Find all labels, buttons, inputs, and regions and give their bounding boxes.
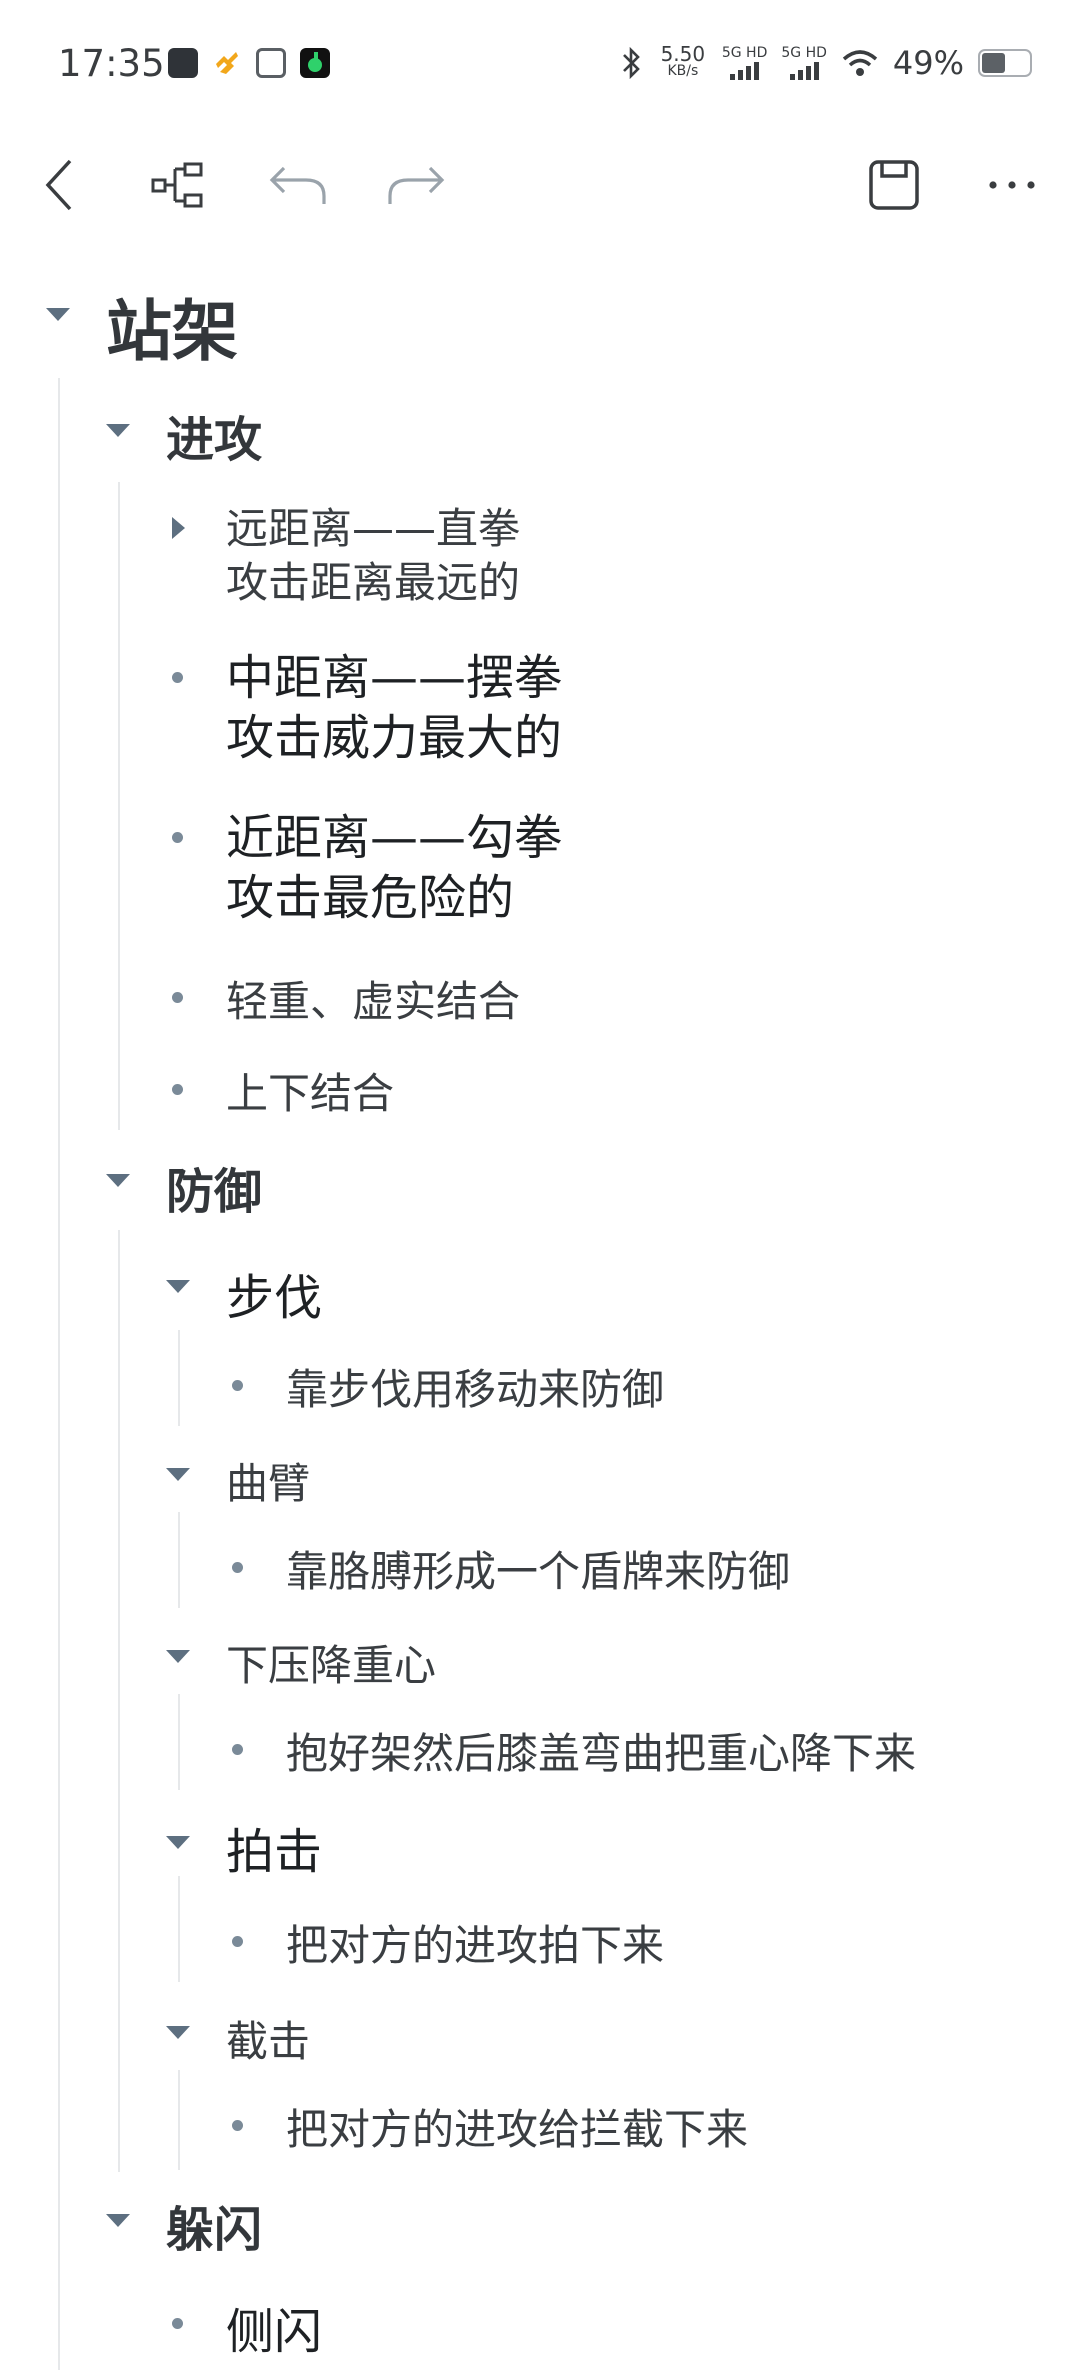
collapse-toggle[interactable] bbox=[166, 1468, 190, 1481]
bullet bbox=[232, 2120, 243, 2131]
editor-toolbar bbox=[0, 140, 1080, 230]
mindmap-icon bbox=[151, 162, 203, 208]
app-notification-icon bbox=[256, 48, 286, 78]
bluetooth-icon bbox=[622, 46, 640, 80]
outline-node[interactable]: 截击 bbox=[226, 2008, 310, 2069]
bullet bbox=[172, 672, 183, 683]
indent-guide bbox=[178, 1876, 180, 1982]
bullet bbox=[232, 1380, 243, 1391]
app-notification-icon bbox=[212, 48, 242, 78]
indent-guide bbox=[178, 2070, 180, 2170]
outline-node[interactable]: 轻重、虚实结合 bbox=[226, 968, 520, 1029]
outline-node[interactable]: 曲臂 bbox=[226, 1450, 310, 1511]
indent-guide bbox=[58, 378, 60, 2370]
status-bar: 17:35 5.50 KB/s 5G HD 5G HD 49% bbox=[0, 0, 1080, 130]
signal-sim2-icon: 5G HD bbox=[781, 46, 827, 80]
redo-icon bbox=[388, 166, 445, 204]
collapse-toggle[interactable] bbox=[46, 308, 70, 321]
bullet bbox=[172, 1084, 183, 1095]
more-button[interactable] bbox=[980, 140, 1044, 230]
notification-icons bbox=[168, 48, 330, 78]
app-notification-icon bbox=[168, 48, 198, 78]
bullet bbox=[172, 2318, 183, 2329]
expand-toggle[interactable] bbox=[172, 517, 185, 539]
outline-node[interactable]: 上下结合 bbox=[226, 1060, 394, 1121]
clock: 17:35 bbox=[58, 42, 165, 85]
undo-button[interactable] bbox=[266, 140, 330, 230]
battery-icon bbox=[978, 49, 1032, 77]
bullet bbox=[172, 992, 183, 1003]
outline-node-evade[interactable]: 躲闪 bbox=[166, 2190, 262, 2260]
outline-node[interactable]: 远距离——直拳 攻击距离最远的 bbox=[226, 502, 520, 610]
outline-node[interactable]: 靠步伐用移动来防御 bbox=[286, 1356, 664, 1417]
indent-guide bbox=[118, 482, 120, 1130]
outline-node[interactable]: 靠胳膊形成一个盾牌来防御 bbox=[286, 1538, 790, 1599]
wifi-icon bbox=[842, 50, 878, 76]
indent-guide bbox=[118, 1230, 120, 2172]
outline-node[interactable]: 拍击 bbox=[226, 1812, 322, 1882]
network-speed: 5.50 KB/s bbox=[660, 42, 706, 79]
bullet bbox=[232, 1562, 243, 1573]
save-button[interactable] bbox=[862, 140, 926, 230]
more-icon bbox=[989, 181, 1035, 189]
outline-node[interactable]: 近距离——勾拳 攻击最危险的 bbox=[226, 808, 562, 928]
save-icon bbox=[869, 160, 919, 210]
bullet bbox=[232, 1936, 243, 1947]
bullet bbox=[232, 1744, 243, 1755]
outline-node[interactable]: 中距离——摆拳 攻击威力最大的 bbox=[226, 648, 562, 768]
bullet bbox=[172, 832, 183, 843]
outline-node[interactable]: 抱好架然后膝盖弯曲把重心降下来 bbox=[286, 1720, 916, 1781]
collapse-toggle[interactable] bbox=[166, 1280, 190, 1293]
indent-guide bbox=[178, 1330, 180, 1426]
outline-node[interactable]: 把对方的进攻拍下来 bbox=[286, 1912, 664, 1973]
mindmap-button[interactable] bbox=[146, 140, 210, 230]
undo-icon bbox=[269, 166, 326, 204]
app-notification-icon bbox=[300, 48, 330, 78]
indent-guide bbox=[178, 1512, 180, 1608]
collapse-toggle[interactable] bbox=[166, 1650, 190, 1663]
redo-button[interactable] bbox=[384, 140, 448, 230]
outline-node-attack[interactable]: 进攻 bbox=[166, 400, 262, 470]
outline-root[interactable]: 站架 bbox=[106, 278, 238, 374]
outline-node-defense[interactable]: 防御 bbox=[166, 1152, 262, 1222]
outline-node[interactable]: 侧闪 bbox=[226, 2292, 322, 2362]
collapse-toggle[interactable] bbox=[106, 1174, 130, 1187]
back-icon bbox=[45, 159, 72, 211]
collapse-toggle[interactable] bbox=[166, 1836, 190, 1849]
status-indicators: 5.50 KB/s 5G HD 5G HD 49% bbox=[618, 44, 1032, 82]
outline-node[interactable]: 步伐 bbox=[226, 1258, 322, 1328]
outline-node[interactable]: 把对方的进攻给拦截下来 bbox=[286, 2096, 748, 2157]
battery-percent: 49% bbox=[892, 44, 964, 82]
collapse-toggle[interactable] bbox=[166, 2026, 190, 2039]
signal-sim1-icon: 5G HD bbox=[722, 46, 767, 80]
outline-node[interactable]: 下压降重心 bbox=[226, 1632, 436, 1693]
indent-guide bbox=[178, 1694, 180, 1790]
back-button[interactable] bbox=[30, 140, 90, 230]
collapse-toggle[interactable] bbox=[106, 2214, 130, 2227]
collapse-toggle[interactable] bbox=[106, 424, 130, 437]
